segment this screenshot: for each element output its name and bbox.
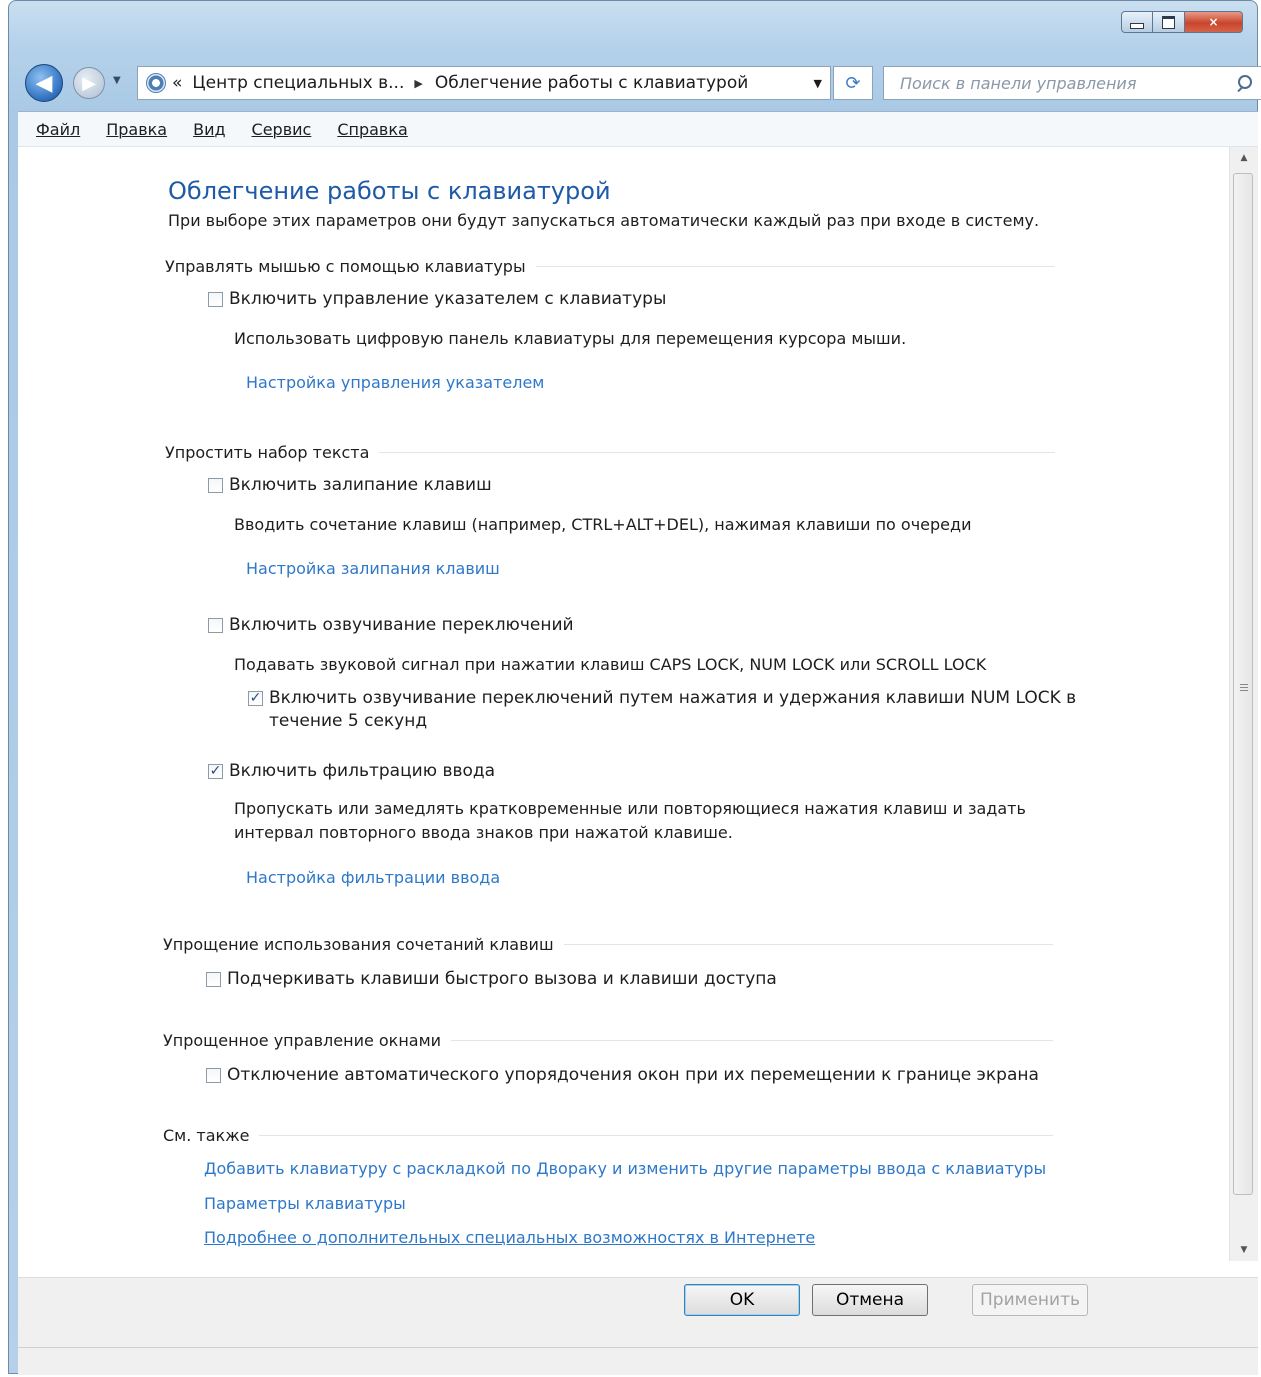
page-title: Облегчение работы с клавиатурой <box>168 177 611 205</box>
client-area: Файл Правка Вид Сервис Справка Облегчени… <box>18 111 1258 1348</box>
minimize-button[interactable] <box>1121 11 1153 33</box>
search-box[interactable] <box>883 66 1261 100</box>
section-divider <box>259 1135 1053 1136</box>
section-divider <box>535 266 1055 267</box>
mouse-keys-checkbox[interactable] <box>208 291 223 307</box>
ok-button[interactable]: OK <box>684 1284 800 1316</box>
sticky-keys-checkbox[interactable] <box>208 477 223 493</box>
filter-keys-settings-link[interactable]: Настройка фильтрации ввода <box>246 868 500 887</box>
maximize-icon <box>1162 15 1175 29</box>
page-description: При выборе этих параметров они будут зап… <box>168 211 1040 230</box>
see-also-link-dvorak[interactable]: Добавить клавиатуру с раскладкой по Двор… <box>204 1159 1046 1178</box>
menu-view[interactable]: Вид <box>193 120 225 139</box>
menu-edit[interactable]: Правка <box>106 120 167 139</box>
section-divider <box>451 1040 1053 1041</box>
back-arrow-icon: ◀ <box>35 70 53 96</box>
checkbox-label[interactable]: Отключение автоматического упорядочения … <box>227 1065 1039 1085</box>
vertical-scrollbar[interactable]: ▲ ▼ <box>1229 147 1258 1261</box>
close-button[interactable]: × <box>1185 11 1243 33</box>
see-also-link-online-accessibility[interactable]: Подробнее о дополнительных специальных в… <box>204 1228 815 1247</box>
mouse-keys-settings-link[interactable]: Настройка управления указателем <box>246 373 544 392</box>
search-icon[interactable] <box>1236 75 1252 91</box>
toggle-keys-description: Подавать звуковой сигнал при нажатии кла… <box>234 655 987 674</box>
navigation-bar: ◀ ▶ ▼ « Центр специальных в... ▶ Облегче… <box>9 59 1261 107</box>
dialog-button-bar: OK Отмена Применить <box>18 1277 1258 1348</box>
section-heading-windows: Упрощенное управление окнами <box>163 1031 1053 1050</box>
menu-file[interactable]: Файл <box>36 120 80 139</box>
breadcrumb-overflow[interactable]: « <box>172 73 182 93</box>
filter-keys-description: Пропускать или замедлять кратковременные… <box>234 797 1026 845</box>
settings-content: Облегчение работы с клавиатурой При выбо… <box>18 147 1228 1277</box>
menu-help[interactable]: Справка <box>337 120 408 139</box>
menu-tools[interactable]: Сервис <box>252 120 312 139</box>
label-line-1[interactable]: Включить озвучивание переключений путем … <box>269 688 1076 708</box>
address-dropdown-icon[interactable]: ▼ <box>814 77 822 90</box>
section-title: Упрощенное управление окнами <box>163 1031 442 1050</box>
window-controls: × <box>1121 11 1243 33</box>
section-divider <box>379 452 1055 453</box>
see-also-link-keyboard-settings[interactable]: Параметры клавиатуры <box>204 1194 406 1213</box>
checkbox-row-filter-keys[interactable]: ✓ Включить фильтрацию ввода <box>208 761 495 781</box>
checkbox-label[interactable]: Включить управление указателем с клавиат… <box>229 289 666 309</box>
control-panel-icon <box>146 73 166 93</box>
scroll-up-arrow-icon[interactable]: ▲ <box>1230 147 1258 169</box>
checkbox-label[interactable]: Включить фильтрацию ввода <box>229 761 495 781</box>
maximize-button[interactable] <box>1153 11 1185 33</box>
sticky-keys-description: Вводить сочетание клавиш (например, CTRL… <box>234 515 972 534</box>
checkbox-row-window-arrange[interactable]: Отключение автоматического упорядочения … <box>206 1065 1039 1085</box>
section-heading-typing: Упростить набор текста <box>165 443 1055 462</box>
checkbox-label[interactable]: Включить озвучивание переключений <box>229 615 574 635</box>
scroll-down-arrow-icon[interactable]: ▼ <box>1230 1239 1258 1261</box>
section-title: См. также <box>163 1126 250 1145</box>
description-line-1: Пропускать или замедлять кратковременные… <box>234 799 1026 818</box>
breadcrumb-ease-of-access-center[interactable]: Центр специальных в... <box>192 73 404 93</box>
checkbox-label[interactable]: Включить озвучивание переключений путем … <box>269 687 1076 733</box>
mouse-keys-description: Использовать цифровую панель клавиатуры … <box>234 329 907 348</box>
checkbox-row-underline-shortcuts[interactable]: Подчеркивать клавиши быстрого вызова и к… <box>206 969 777 989</box>
checkbox-label[interactable]: Включить залипание клавиш <box>229 475 492 495</box>
breadcrumb-current[interactable]: Облегчение работы с клавиатурой <box>435 73 748 93</box>
refresh-button[interactable]: ⟳ <box>833 66 873 100</box>
grip-icon <box>1240 684 1248 685</box>
breadcrumb-separator-icon[interactable]: ▶ <box>414 77 422 90</box>
scrollbar-thumb[interactable] <box>1233 173 1253 1195</box>
section-title: Управлять мышью с помощью клавиатуры <box>165 257 526 276</box>
forward-arrow-icon: ▶ <box>82 72 96 94</box>
checkbox-label[interactable]: Подчеркивать клавиши быстрого вызова и к… <box>227 969 777 989</box>
apply-button: Применить <box>972 1284 1088 1316</box>
recent-pages-dropdown[interactable]: ▼ <box>113 75 121 86</box>
filter-keys-checkbox[interactable]: ✓ <box>208 763 223 779</box>
forward-button[interactable]: ▶ <box>73 67 105 99</box>
address-bar[interactable]: « Центр специальных в... ▶ Облегчение ра… <box>137 66 831 100</box>
section-title: Упрощение использования сочетаний клавиш <box>163 935 554 954</box>
section-divider <box>563 944 1053 945</box>
description-line-2: интервал повторного ввода знаков при наж… <box>234 823 733 842</box>
window-arrange-checkbox[interactable] <box>206 1067 221 1083</box>
section-title: Упростить набор текста <box>165 443 370 462</box>
checkbox-row-toggle-keys-numlock[interactable]: ✓ Включить озвучивание переключений путе… <box>248 687 1076 733</box>
checkbox-row-sticky-keys[interactable]: Включить залипание клавиш <box>208 475 492 495</box>
minimize-icon <box>1130 23 1144 29</box>
menu-bar: Файл Правка Вид Сервис Справка <box>18 112 1258 147</box>
search-input[interactable] <box>898 72 1222 94</box>
underline-shortcuts-checkbox[interactable] <box>206 971 221 987</box>
checkbox-row-toggle-keys[interactable]: Включить озвучивание переключений <box>208 615 574 635</box>
back-button[interactable]: ◀ <box>25 64 63 102</box>
section-heading-see-also: См. также <box>163 1126 1053 1145</box>
status-bar <box>18 1347 1258 1375</box>
section-heading-mouse: Управлять мышью с помощью клавиатуры <box>165 257 1055 276</box>
sticky-keys-settings-link[interactable]: Настройка залипания клавиш <box>246 559 500 578</box>
refresh-icon: ⟳ <box>845 72 861 94</box>
cancel-button[interactable]: Отмена <box>812 1284 928 1316</box>
toggle-keys-numlock-checkbox[interactable]: ✓ <box>248 691 263 706</box>
checkbox-row-mouse-keys[interactable]: Включить управление указателем с клавиат… <box>208 289 666 309</box>
toggle-keys-checkbox[interactable] <box>208 617 223 633</box>
label-line-2[interactable]: течение 5 секунд <box>269 711 427 731</box>
section-heading-shortcuts: Упрощение использования сочетаний клавиш <box>163 935 1053 954</box>
